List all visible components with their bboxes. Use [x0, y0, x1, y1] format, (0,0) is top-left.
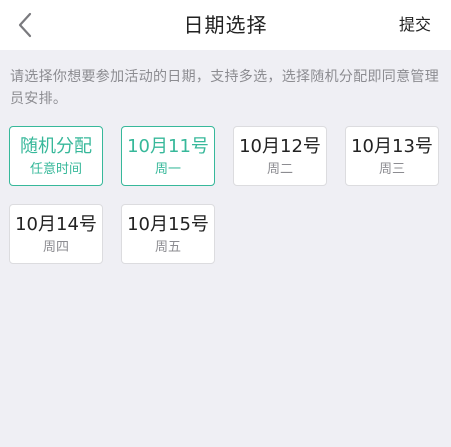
option-sub-label: 周五 [154, 240, 181, 255]
option-date-oct-13[interactable]: 10月13号 周三 [345, 126, 439, 186]
date-selection-screen: 日期选择 提交 请选择你想要参加活动的日期，支持多选，选择随机分配即同意管理员安… [0, 0, 451, 447]
submit-button[interactable]: 提交 [399, 0, 431, 50]
option-date-oct-14[interactable]: 10月14号 周四 [9, 204, 103, 264]
page-title: 日期选择 [183, 13, 268, 37]
option-main-label: 10月14号 [15, 214, 97, 235]
option-date-oct-12[interactable]: 10月12号 周二 [233, 126, 327, 186]
option-date-oct-15[interactable]: 10月15号 周五 [121, 204, 215, 264]
option-main-label: 10月12号 [239, 136, 321, 157]
option-sub-label: 周一 [154, 162, 181, 177]
option-sub-label: 任意时间 [29, 162, 82, 177]
instruction-text: 请选择你想要参加活动的日期，支持多选，选择随机分配即同意管理员安排。 [10, 69, 439, 107]
option-sub-label: 周四 [42, 240, 69, 255]
option-main-label: 10月13号 [351, 136, 433, 157]
option-main-label: 10月15号 [127, 214, 209, 235]
option-main-label: 10月11号 [127, 136, 209, 157]
navigation-bar: 日期选择 提交 [0, 0, 451, 50]
option-date-oct-11[interactable]: 10月11号 周一 [121, 126, 215, 186]
option-main-label: 随机分配 [20, 136, 92, 157]
option-random-assign[interactable]: 随机分配 任意时间 [9, 126, 103, 186]
option-sub-label: 周三 [378, 162, 405, 177]
option-sub-label: 周二 [266, 162, 293, 177]
